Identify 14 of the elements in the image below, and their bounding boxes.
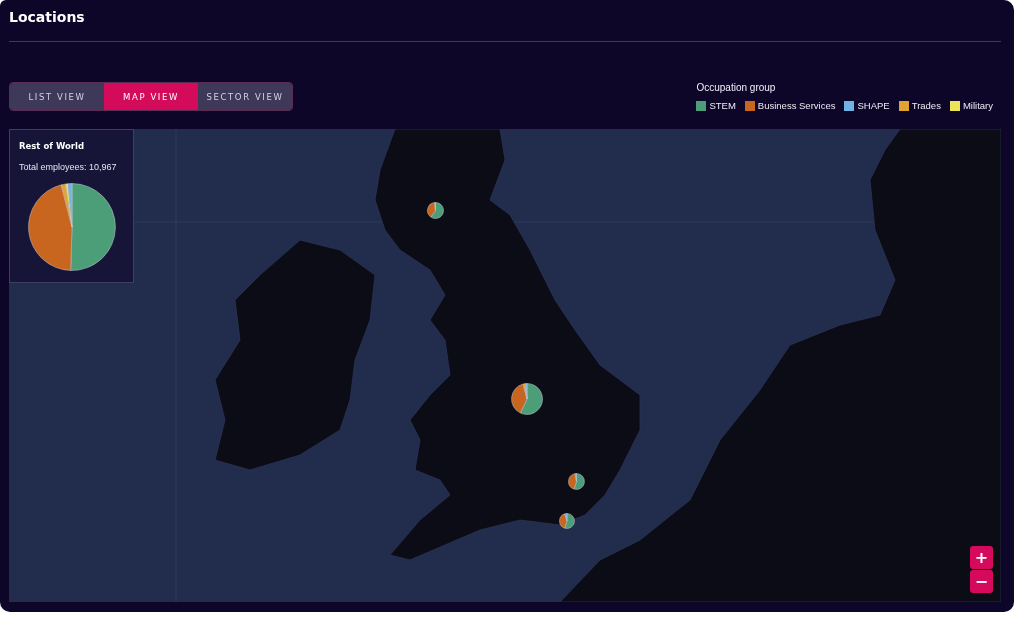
page-title: Locations <box>9 8 85 26</box>
legend-label: STEM <box>709 100 736 111</box>
zoom-out-button[interactable]: − <box>970 570 993 593</box>
legend-label: SHAPE <box>857 100 890 111</box>
legend-label: Business Services <box>757 100 836 111</box>
employee-total: Total employees: 10,967 <box>19 162 117 173</box>
summary-title: Rest of World <box>19 141 84 152</box>
view-tab[interactable]: MAP VIEW <box>104 83 198 110</box>
zoom-in-button[interactable]: + <box>970 546 993 569</box>
view-tab[interactable]: SECTOR VIEW <box>198 83 292 110</box>
legend-label: Military <box>962 100 993 111</box>
legend-label: Trades <box>911 100 941 111</box>
view-tab[interactable]: LIST VIEW <box>10 83 104 110</box>
legend-title: Occupation group <box>696 82 776 94</box>
